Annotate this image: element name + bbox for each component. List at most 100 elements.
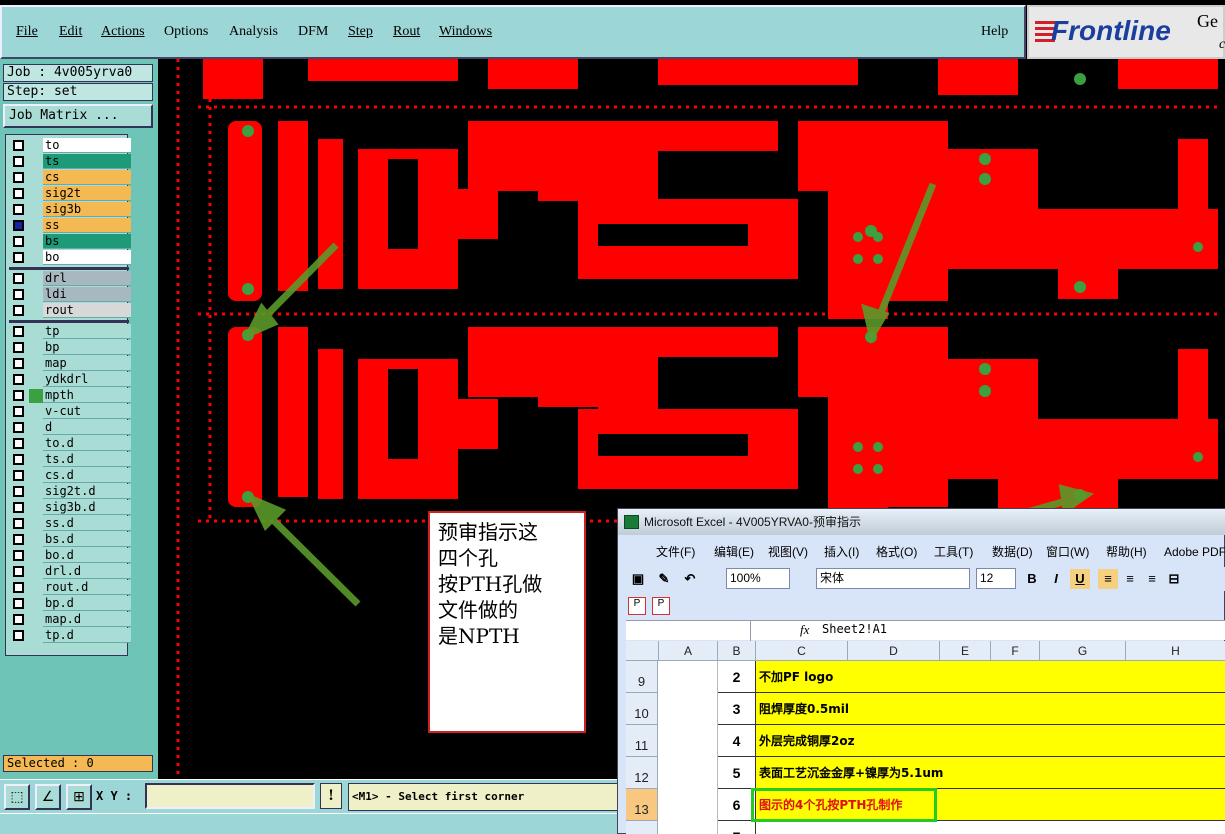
row-header[interactable]: 11: [626, 725, 658, 757]
pdf-icon[interactable]: P: [628, 597, 646, 615]
formula-input[interactable]: Sheet2!A1: [822, 622, 887, 636]
layer-checkbox[interactable]: [13, 598, 24, 609]
format-painter-icon[interactable]: ✎: [654, 569, 674, 589]
column-header[interactable]: F: [991, 641, 1040, 661]
layer-row-tp[interactable]: tp: [9, 324, 131, 339]
layer-checkbox[interactable]: [13, 188, 24, 199]
layer-row-ts.d[interactable]: ts.d: [9, 452, 131, 467]
measure-tool-icon[interactable]: ∠: [35, 784, 61, 810]
layer-row-bo[interactable]: bo: [9, 250, 131, 265]
layer-row-ydkdrl[interactable]: ydkdrl: [9, 372, 131, 387]
align-left-icon[interactable]: ≡: [1098, 569, 1118, 589]
column-header[interactable]: H: [1126, 641, 1225, 661]
cell-b[interactable]: 4: [718, 725, 756, 757]
layer-name[interactable]: cs: [43, 170, 131, 185]
cell-a[interactable]: [659, 693, 718, 725]
layer-row-ss.d[interactable]: ss.d: [9, 516, 131, 531]
layer-checkbox[interactable]: [13, 502, 24, 513]
layer-row-bp[interactable]: bp: [9, 340, 131, 355]
layer-name[interactable]: bo: [43, 250, 131, 265]
cell-a[interactable]: [659, 757, 718, 789]
layer-row-rout[interactable]: rout: [9, 303, 131, 318]
layer-checkbox[interactable]: [13, 566, 24, 577]
excel-menu-item[interactable]: 编辑(E): [714, 541, 754, 563]
menu-file[interactable]: File: [16, 24, 38, 40]
layer-name[interactable]: to.d: [43, 436, 131, 451]
pdf-mail-icon[interactable]: P: [652, 597, 670, 615]
layer-name[interactable]: bo.d: [43, 548, 131, 563]
layer-checkbox[interactable]: [13, 550, 24, 561]
cell-c[interactable]: 阻焊厚度0.5mil: [756, 693, 1225, 725]
layer-name[interactable]: ydkdrl: [43, 372, 131, 387]
column-header[interactable]: C: [756, 641, 848, 661]
undo-icon[interactable]: ↶: [680, 569, 700, 589]
font-size-select[interactable]: 12: [976, 568, 1016, 589]
layer-checkbox[interactable]: [13, 236, 24, 247]
bold-icon[interactable]: B: [1022, 569, 1042, 589]
layer-name[interactable]: ldi: [43, 287, 131, 302]
layer-name[interactable]: mpth: [43, 388, 131, 403]
layer-name[interactable]: cs.d: [43, 468, 131, 483]
layer-name[interactable]: sig2t.d: [43, 484, 131, 499]
excel-menu-item[interactable]: 帮助(H): [1106, 541, 1147, 563]
xy-input[interactable]: [145, 783, 315, 809]
column-header[interactable]: E: [940, 641, 991, 661]
menu-rout[interactable]: Rout: [393, 24, 420, 40]
excel-menu-item[interactable]: 文件(F): [656, 541, 695, 563]
excel-menu-item[interactable]: 工具(T): [934, 541, 973, 563]
layer-name[interactable]: to: [43, 138, 131, 153]
menu-options[interactable]: Options: [164, 24, 208, 40]
layer-name[interactable]: bp: [43, 340, 131, 355]
layer-checkbox[interactable]: [13, 220, 24, 231]
layer-checkbox[interactable]: [13, 172, 24, 183]
cell-c[interactable]: 不加PF logo: [756, 661, 1225, 693]
layer-name[interactable]: bs: [43, 234, 131, 249]
layer-name[interactable]: ss.d: [43, 516, 131, 531]
layer-row-v-cut[interactable]: v-cut: [9, 404, 131, 419]
underline-icon[interactable]: U: [1070, 569, 1090, 589]
layer-name[interactable]: rout.d: [43, 580, 131, 595]
layer-row-sig3b[interactable]: sig3b: [9, 202, 131, 217]
layer-name[interactable]: tp.d: [43, 628, 131, 643]
layer-row-map.d[interactable]: map.d: [9, 612, 131, 627]
menu-edit[interactable]: Edit: [59, 24, 82, 40]
layer-checkbox[interactable]: [13, 326, 24, 337]
cell-c[interactable]: 表面工艺沉金金厚+镍厚为5.1um: [756, 757, 1225, 789]
layer-row-bp.d[interactable]: bp.d: [9, 596, 131, 611]
layer-checkbox[interactable]: [13, 470, 24, 481]
layer-row-cs.d[interactable]: cs.d: [9, 468, 131, 483]
italic-icon[interactable]: I: [1046, 569, 1066, 589]
layer-checkbox[interactable]: [13, 252, 24, 263]
warning-button[interactable]: !: [320, 783, 342, 809]
layer-row-to[interactable]: to: [9, 138, 131, 153]
merge-center-icon[interactable]: ⊟: [1164, 569, 1184, 589]
layer-row-map[interactable]: map: [9, 356, 131, 371]
layer-row-ldi[interactable]: ldi: [9, 287, 131, 302]
layer-checkbox[interactable]: [13, 438, 24, 449]
layer-checkbox[interactable]: [13, 140, 24, 151]
row-header[interactable]: 12: [626, 757, 658, 789]
layer-checkbox[interactable]: [13, 204, 24, 215]
save-icon[interactable]: ▣: [628, 569, 648, 589]
menu-step[interactable]: Step: [348, 24, 373, 40]
job-matrix-button[interactable]: Job Matrix ...: [3, 104, 153, 128]
layer-checkbox[interactable]: [13, 305, 24, 316]
layer-checkbox[interactable]: [13, 273, 24, 284]
layer-name[interactable]: drl.d: [43, 564, 131, 579]
spreadsheet-grid[interactable]: A B C D E F G H 9 2 不加PF logo 10 3 阻焊厚度0.5mil 11 4 外层完成铜…: [626, 641, 1225, 834]
layer-row-sig2t[interactable]: sig2t: [9, 186, 131, 201]
name-box[interactable]: [626, 621, 751, 641]
layer-checkbox[interactable]: [13, 374, 24, 385]
layer-checkbox[interactable]: [13, 614, 24, 625]
layer-row-drl.d[interactable]: drl.d: [9, 564, 131, 579]
layer-row-to.d[interactable]: to.d: [9, 436, 131, 451]
layer-name[interactable]: ts.d: [43, 452, 131, 467]
layer-name[interactable]: map.d: [43, 612, 131, 627]
layer-row-ts[interactable]: ts: [9, 154, 131, 169]
layer-checkbox[interactable]: [13, 454, 24, 465]
layer-row-sig3b.d[interactable]: sig3b.d: [9, 500, 131, 515]
layer-name[interactable]: drl: [43, 271, 131, 286]
layer-name[interactable]: ts: [43, 154, 131, 169]
layer-row-mpth[interactable]: mpth: [9, 388, 131, 403]
row-header[interactable]: 13: [626, 789, 658, 821]
